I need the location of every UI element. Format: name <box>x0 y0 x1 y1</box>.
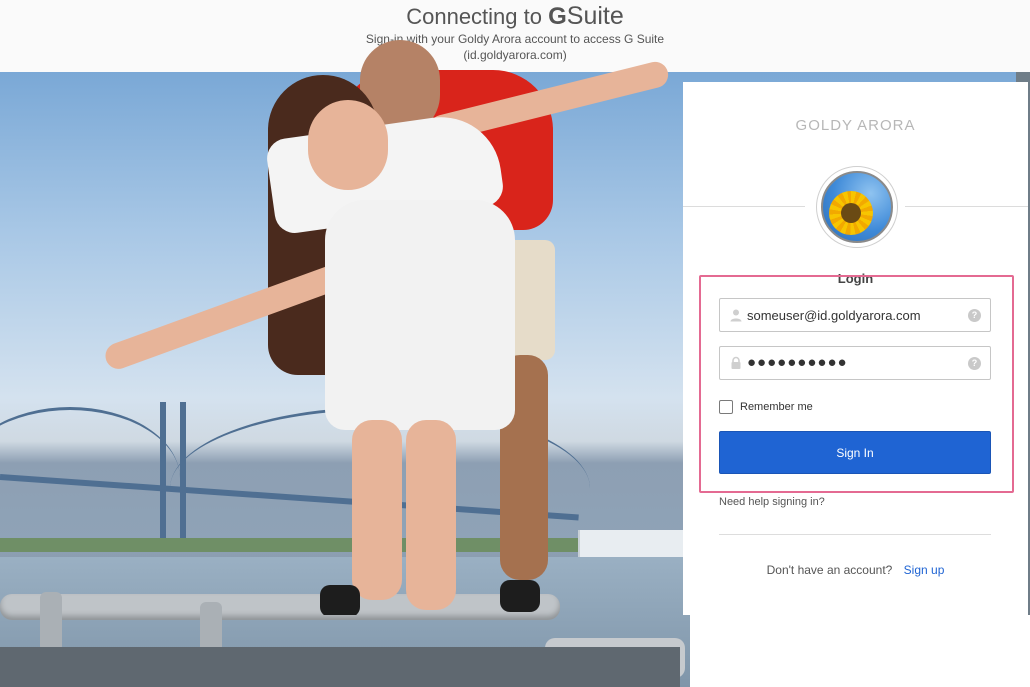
avatar-ring <box>816 166 898 248</box>
help-icon[interactable]: ? <box>968 357 981 370</box>
remember-me-label[interactable]: Remember me <box>740 401 813 413</box>
password-field[interactable]: ●●●●●●●●●● ? <box>719 346 991 380</box>
girl-face <box>308 100 388 190</box>
sign-in-button[interactable]: Sign In <box>719 431 991 474</box>
shoe <box>320 585 360 615</box>
login-card: GOLDY ARORA Login someuser@id.goldyarora… <box>683 82 1028 615</box>
username-field[interactable]: someuser@id.goldyarora.com ? <box>719 298 991 332</box>
help-icon[interactable]: ? <box>968 309 981 322</box>
lock-icon <box>731 356 741 369</box>
password-value: ●●●●●●●●●● <box>747 354 848 371</box>
girl-leg <box>406 420 456 610</box>
separator <box>719 534 991 535</box>
girl-dress <box>325 200 515 430</box>
sign-up-link[interactable]: Sign up <box>904 563 945 577</box>
user-icon <box>730 309 742 322</box>
signup-row: Don't have an account? Sign up <box>683 563 1028 577</box>
avatar-divider <box>683 206 805 207</box>
remember-me-checkbox[interactable] <box>719 400 733 414</box>
username-value: someuser@id.goldyarora.com <box>747 308 921 323</box>
sunflower-avatar-icon <box>821 171 893 243</box>
girl-leg <box>352 420 402 600</box>
no-account-text: Don't have an account? <box>766 563 893 577</box>
brand-name: GOLDY ARORA <box>795 117 916 134</box>
help-signing-in-link[interactable]: Need help signing in? <box>719 496 825 508</box>
avatar-divider <box>905 206 1028 207</box>
dock <box>0 647 680 687</box>
shoe <box>500 580 540 612</box>
sunflower-icon <box>829 191 873 235</box>
